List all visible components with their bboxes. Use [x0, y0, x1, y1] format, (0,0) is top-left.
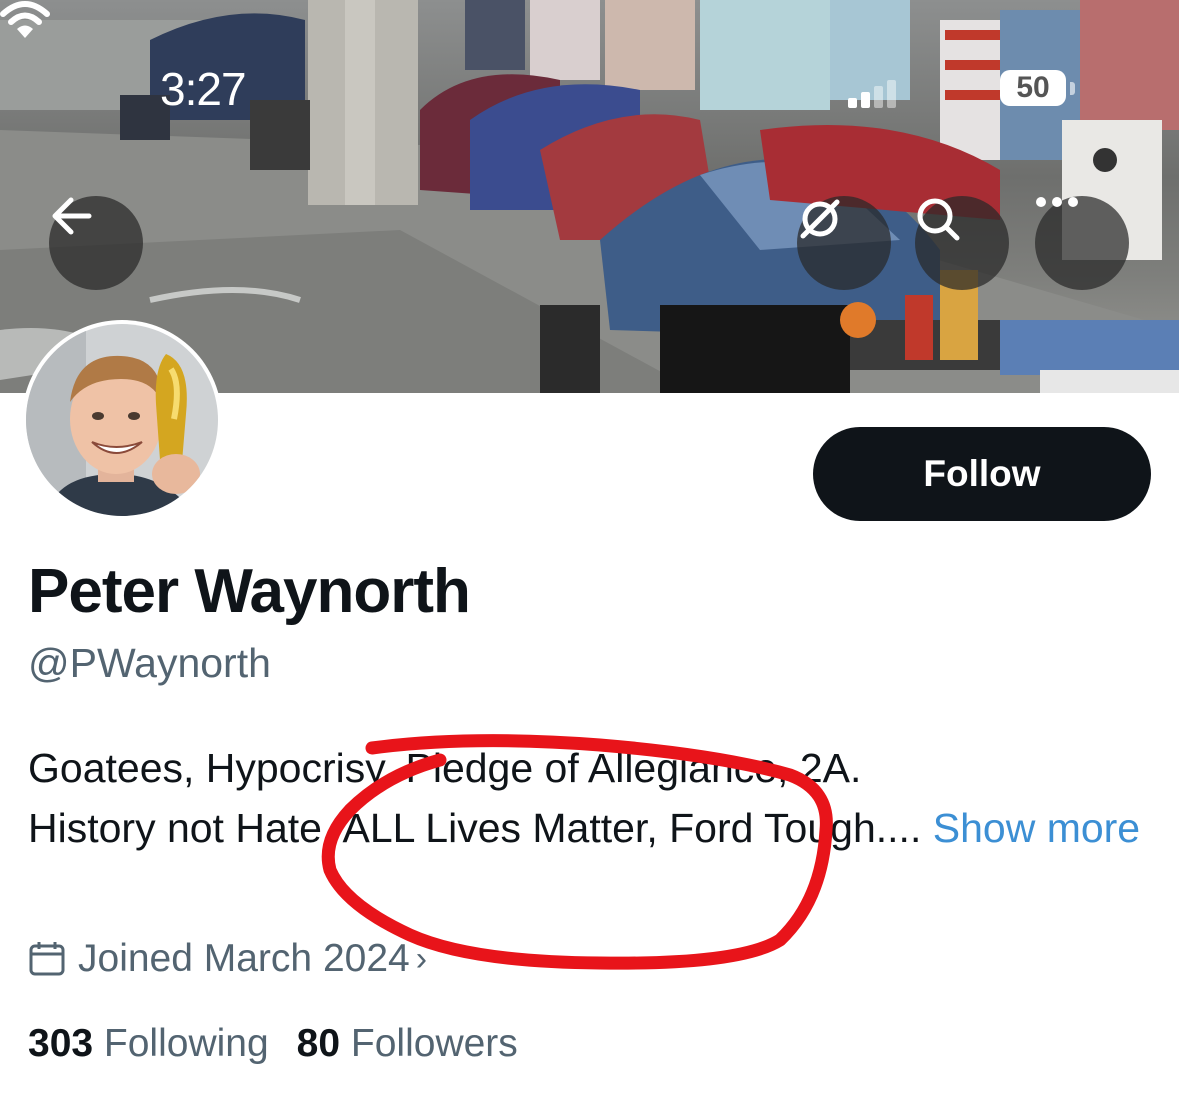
calendar-icon	[29, 942, 65, 976]
joined-date-row: Joined March 2024 ›	[28, 937, 427, 981]
following-count: 303	[28, 1022, 94, 1065]
cell-signal-icon	[848, 80, 900, 108]
search-icon	[917, 198, 960, 241]
battery-tip	[1070, 82, 1075, 95]
avatar[interactable]	[22, 320, 222, 520]
grok-icon	[800, 199, 840, 239]
follow-button[interactable]: Follow	[813, 427, 1151, 521]
bio-line-2: History not Hate, ALL Lives Matter, Ford…	[28, 805, 922, 851]
followers-count: 80	[296, 1022, 341, 1065]
profile-bio: Goatees, Hypocrisy, Pledge of Allegiance…	[28, 738, 1158, 858]
battery-indicator: 50	[1000, 70, 1066, 106]
status-time: 3:27	[160, 63, 247, 115]
user-handle: @PWaynorth	[28, 640, 271, 686]
follow-stats: 303 Following 80 Followers	[28, 1022, 518, 1066]
following-label: Following	[103, 1022, 269, 1065]
back-button[interactable]	[49, 196, 143, 290]
followers-stat[interactable]: 80 Followers	[297, 1022, 518, 1065]
joined-date: Joined March 2024	[78, 937, 410, 980]
following-stat[interactable]: 303 Following	[28, 1022, 269, 1065]
bio-line-1: Goatees, Hypocrisy, Pledge of Allegiance…	[28, 745, 862, 791]
arrow-left-icon	[52, 197, 92, 235]
chevron-right-icon: ›	[415, 939, 428, 978]
search-button[interactable]	[915, 196, 1009, 290]
wifi-icon	[0, 1, 50, 38]
followers-label: Followers	[350, 1022, 518, 1065]
show-more-link[interactable]: Show more	[933, 805, 1140, 851]
avatar-photo	[26, 324, 218, 516]
grok-button[interactable]	[797, 196, 891, 290]
more-button[interactable]	[1035, 196, 1129, 290]
more-icon	[1036, 197, 1078, 207]
display-name: Peter Waynorth	[28, 557, 471, 626]
